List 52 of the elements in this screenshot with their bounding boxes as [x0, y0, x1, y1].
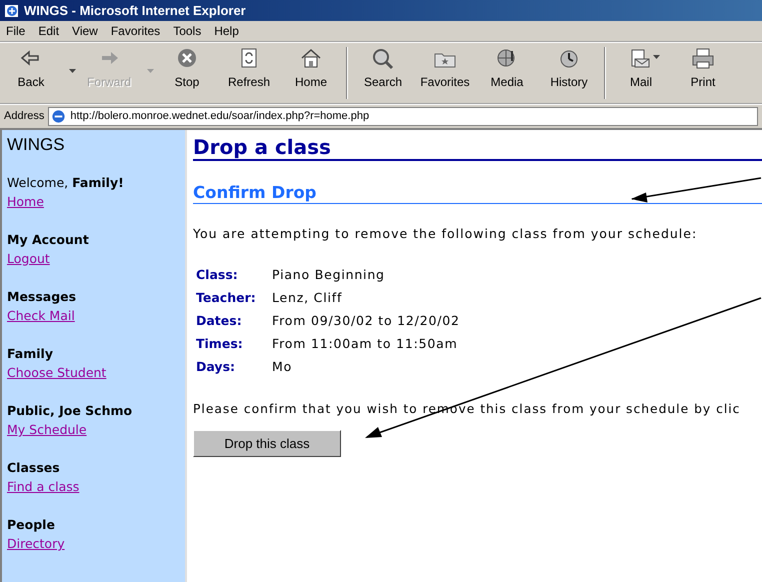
- menu-item[interactable]: Help: [214, 22, 239, 40]
- sidebar-link[interactable]: Logout: [7, 249, 50, 268]
- printer-icon: [691, 47, 715, 71]
- sidebar-link[interactable]: My Schedule: [7, 420, 87, 439]
- field-value: From 11:00am to 11:50am: [272, 334, 459, 353]
- field-value: Mo: [272, 358, 294, 376]
- caret-icon[interactable]: [69, 69, 76, 73]
- menu-item[interactable]: View: [72, 22, 98, 40]
- page-heading: Drop a class: [193, 135, 762, 161]
- section-heading: Welcome, Family!: [7, 174, 125, 192]
- section-heading: People: [7, 516, 56, 534]
- sidebar-link[interactable]: Check Mail: [7, 306, 75, 325]
- search-icon: [371, 47, 395, 71]
- menu-item[interactable]: Favorites: [110, 22, 160, 40]
- menu-item[interactable]: Tools: [173, 22, 202, 40]
- field-value: Piano Beginning: [272, 266, 386, 284]
- field-label: Teacher:: [196, 288, 257, 307]
- toolbar-button[interactable]: Favorites: [414, 47, 476, 91]
- address-field[interactable]: http://bolero.monroe.wednet.edu/soar/index.php?r=home.php: [48, 107, 758, 126]
- field-label: Dates:: [196, 312, 243, 330]
- field-value: From 09/30/02 to 12/20/02: [272, 312, 460, 330]
- address-label: Address: [4, 109, 44, 124]
- section-heading: My Account: [7, 231, 90, 249]
- drop-button[interactable]: Drop this class: [193, 430, 341, 458]
- toolbar-button[interactable]: Home: [280, 47, 342, 91]
- toolbar-button[interactable]: Stop: [156, 47, 218, 91]
- toolbar-button[interactable]: Refresh: [218, 47, 280, 91]
- section-heading: Public, Joe Schmo: [7, 402, 134, 420]
- caret-icon[interactable]: [653, 55, 660, 59]
- toolbar-button[interactable]: Media: [476, 47, 538, 91]
- menu-item[interactable]: File: [6, 22, 26, 40]
- toolbar-button[interactable]: History: [538, 47, 600, 91]
- section-heading: Family: [7, 345, 54, 363]
- field-label: Times:: [196, 334, 244, 353]
- toolbar-button[interactable]: Back: [0, 47, 78, 91]
- browser-logo-icon: [4, 2, 20, 18]
- window-title: WINGS - Microsoft Internet Explorer: [24, 2, 246, 20]
- sidebar-link[interactable]: Choose Student: [7, 363, 106, 382]
- section-heading: Classes: [7, 459, 61, 477]
- field-value: Lenz, Cliff: [272, 288, 344, 307]
- sidebar-link[interactable]: Directory: [7, 534, 65, 553]
- intro-text: You are attempting to remove the following class from your schedule:: [193, 225, 698, 243]
- toolbar-button[interactable]: Mail: [610, 47, 672, 91]
- sidebar-link[interactable]: Find a class: [7, 477, 80, 496]
- field-label: Class:: [196, 266, 239, 284]
- section-heading: Messages: [7, 288, 78, 306]
- sidebar-title: WINGS: [7, 134, 66, 156]
- sidebar-link[interactable]: Home: [7, 192, 44, 211]
- field-label: Days:: [196, 358, 236, 376]
- toolbar-button[interactable]: Search: [352, 47, 414, 91]
- menu-item[interactable]: Edit: [38, 22, 60, 40]
- toolbar-button[interactable]: Print: [672, 47, 734, 91]
